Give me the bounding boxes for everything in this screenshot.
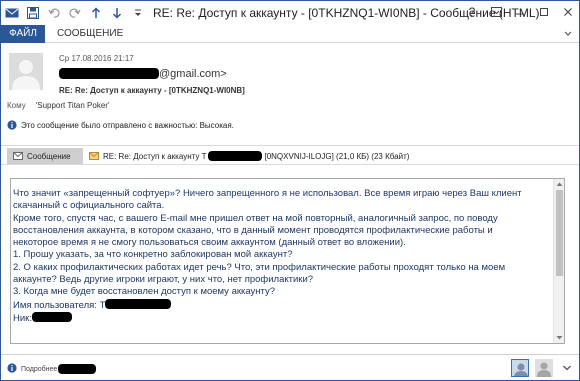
envelope-icon: [13, 152, 23, 160]
redacted-block: [59, 68, 159, 79]
message-tab-button[interactable]: Сообщение: [7, 148, 83, 164]
body-line: аккаунте? Ведь другие игроки играют, у н…: [13, 274, 314, 286]
redacted-block: [31, 311, 72, 322]
attachment-name-end: [0NQXVNIJ-ILOJG] (21,0 КБ) (23 Кбайт): [264, 151, 410, 161]
tab-file[interactable]: ФАЙЛ: [1, 25, 45, 43]
person-thumbnail-selected[interactable]: [511, 359, 529, 377]
redo-icon[interactable]: [65, 3, 85, 23]
collapse-people-pane-icon[interactable]: [562, 364, 572, 372]
undo-icon[interactable]: [44, 3, 64, 23]
body-line: восстановления аккаунта, в котором сказа…: [13, 224, 493, 236]
body-line: 3. Когда мне будет восстановлен доступ к…: [13, 286, 276, 298]
scroll-down-icon[interactable]: [556, 335, 563, 341]
person-icon: [12, 60, 40, 90]
message-text: Что значит «запрещенный софтуер»? Ничего…: [13, 188, 551, 325]
title-bar: RE: Re: Доступ к аккаунту - [0TKHZNQ1-WI…: [1, 1, 579, 25]
body-line: 1. Прошу указать, за что конкретно забло…: [13, 249, 293, 261]
redacted-block: [58, 364, 97, 374]
customize-toolbar-icon[interactable]: [128, 3, 148, 23]
importance-notice: Это сообщение было отправлено с важность…: [7, 120, 234, 130]
sent-date: Ср 17.08.2016 21:17: [59, 54, 134, 63]
recipients-line: Кому 'Support Titan Poker': [7, 101, 109, 110]
sender-address[interactable]: @gmail.com>: [59, 68, 227, 80]
username-line: Имя пользователя: T: [13, 298, 551, 312]
body-line: Кроме того, спустя час, с вашего E-mail …: [13, 212, 498, 224]
info-icon: [7, 120, 17, 130]
vertical-scrollbar[interactable]: [553, 179, 564, 343]
more-about-sender[interactable]: Подробнее: [21, 364, 97, 374]
importance-text: Это сообщение было отправлено с важность…: [21, 120, 234, 130]
person-icon: [514, 363, 528, 376]
more-label: Подробнее: [21, 366, 58, 373]
scroll-up-icon[interactable]: [556, 181, 563, 187]
body-line: 2. О каких профилактических работах идет…: [13, 261, 506, 273]
message-tab-label: Сообщение: [27, 151, 71, 161]
scrollbar-thumb[interactable]: [556, 190, 563, 276]
sender-avatar: [9, 53, 43, 90]
username-label: Имя пользователя: T: [13, 299, 106, 311]
person-thumbnail[interactable]: [535, 359, 553, 377]
expand-ribbon-icon[interactable]: [563, 28, 573, 38]
sender-domain: @gmail.com>: [159, 68, 227, 80]
window-controls: ?: [459, 1, 579, 25]
message-body-area: Что значит «запрещенный софтуер»? Ничего…: [1, 166, 579, 354]
redacted-block: [105, 298, 172, 309]
attachment-item[interactable]: RE: Re: Доступ к аккаунту T [0NQXVNIJ-ILO…: [89, 149, 409, 163]
outlook-envelope-icon[interactable]: [2, 3, 22, 23]
info-icon: [7, 363, 17, 373]
email-attachment-icon: [89, 152, 99, 160]
tab-message[interactable]: СООБЩЕНИЕ: [49, 25, 131, 43]
ribbon-display-options-icon[interactable]: [485, 1, 507, 23]
message-header: Ср 17.08.2016 21:17 @gmail.com> RE: Re: …: [1, 44, 579, 144]
minimize-icon[interactable]: [509, 1, 531, 23]
message-body[interactable]: Что значит «запрещенный софтуер»? Ничего…: [10, 178, 565, 344]
body-line: некоторое время я не смогу пользоваться …: [13, 237, 406, 249]
next-item-icon[interactable]: [107, 3, 127, 23]
to-recipient[interactable]: 'Support Titan Poker': [36, 101, 110, 110]
to-label: Кому: [7, 101, 26, 110]
subject: RE: Re: Доступ к аккаунту - [0TKHZNQ1-WI…: [59, 86, 245, 95]
body-line: Что значит «запрещенный софтуер»? Ничего…: [13, 188, 522, 199]
close-icon[interactable]: [557, 1, 579, 23]
previous-item-icon[interactable]: [86, 3, 106, 23]
help-button[interactable]: ?: [461, 1, 483, 23]
redacted-block: [208, 151, 263, 161]
ribbon-tabs: ФАЙЛ СООБЩЕНИЕ: [1, 25, 579, 43]
attachment-name-start: RE: Re: Доступ к аккаунту T: [103, 151, 207, 161]
maximize-icon[interactable]: [533, 1, 555, 23]
people-pane-bar: Подробнее: [1, 354, 579, 380]
quick-access-toolbar: [1, 1, 148, 25]
body-line: скачанный с официального сайта.: [13, 200, 165, 212]
save-icon[interactable]: [23, 3, 43, 23]
nick-line: Ник:: [13, 311, 551, 325]
message-window: RE: Re: Доступ к аккаунту - [0TKHZNQ1-WI…: [0, 0, 580, 381]
person-icon: [537, 362, 551, 377]
nick-label: Ник:: [13, 312, 32, 324]
attachments-bar: Сообщение RE: Re: Доступ к аккаунту T [0N…: [1, 145, 579, 165]
